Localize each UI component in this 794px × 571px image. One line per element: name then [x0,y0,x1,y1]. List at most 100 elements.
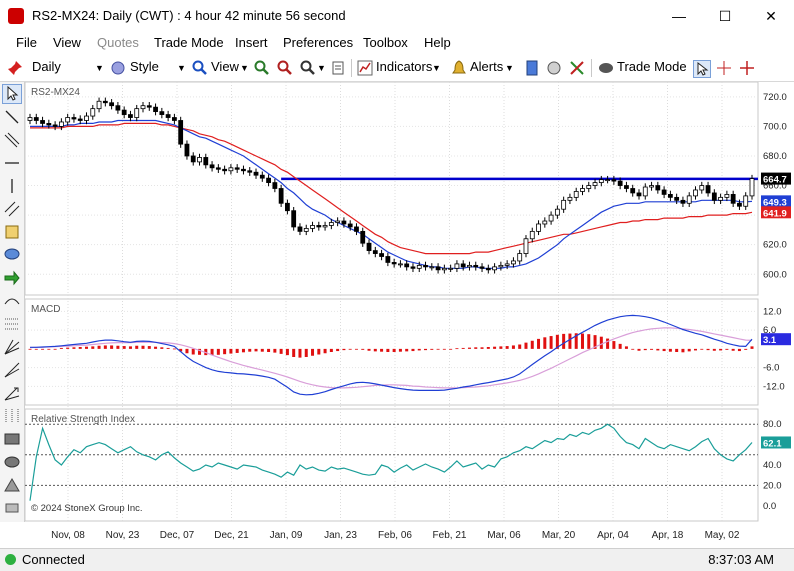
pin-icon[interactable] [7,60,23,76]
interval-dropdown-icon[interactable]: ▼ [95,63,104,73]
alerts-bell-icon[interactable] [451,60,467,76]
close-button[interactable]: ✕ [748,0,794,32]
candle-body [655,185,661,191]
candle-body [749,178,755,197]
macd-histogram-bar [405,348,409,352]
menu-toolbox[interactable]: Toolbox [363,35,408,50]
macd-histogram-bar [260,348,264,352]
macd-histogram-bar [298,348,302,358]
macd-histogram-bar [430,348,434,350]
trade-mode-button[interactable]: Trade Mode [617,59,687,74]
andrews-pitchfork-icon[interactable] [3,384,21,402]
candle-body [341,220,347,225]
menu-help[interactable]: Help [424,35,451,50]
arrow-right-icon[interactable] [3,269,21,287]
cross-tools-icon[interactable] [569,60,585,76]
vertical-line-icon[interactable] [3,177,21,195]
candle-body [441,267,447,271]
x-tick-label: Nov, 23 [106,530,140,541]
pointer-tool-icon[interactable] [693,60,711,78]
menu-trade-mode[interactable]: Trade Mode [154,35,224,50]
edit-tool-icon[interactable] [546,60,562,76]
zoom-in-icon[interactable] [254,60,270,76]
macd-histogram-bar [650,348,654,350]
view-menu-button[interactable]: View [211,59,239,74]
candle-body [178,120,184,145]
macd-pane[interactable] [25,298,759,406]
macd-histogram-bar [461,347,465,349]
macd-histogram-bar [103,345,107,349]
chart-area[interactable]: Nov, 08 Nov, 23 Dec, 07 Dec, 21 Jan, 09 Jan, … [25,82,794,544]
macd-histogram-bar [442,348,446,350]
candle-body [241,168,246,172]
menu-preferences[interactable]: Preferences [283,35,353,50]
channel-icon[interactable] [3,131,21,149]
candle-body [479,266,485,269]
candle-body [297,226,303,232]
candle-body [71,117,77,120]
eraser-icon[interactable] [3,499,21,517]
candle-body [636,192,642,197]
pencil-icon[interactable] [3,223,21,241]
candle-body [247,170,253,173]
text-balloon-icon[interactable] [3,246,21,264]
candle-body [379,253,384,257]
macd-histogram-bar [480,347,484,349]
menu-file[interactable]: File [16,35,37,50]
parallel-lines-icon[interactable] [3,200,21,218]
maximize-button[interactable]: ☐ [702,0,748,32]
macd-histogram-bar [191,348,195,355]
view-magnifier-icon[interactable] [192,60,208,76]
macd-histogram-bar [744,348,748,350]
rectangle-icon[interactable] [3,430,21,448]
crosshair-pointer-icon[interactable] [716,60,732,76]
macd-histogram-bar [455,348,459,350]
interval-select[interactable]: Daily [32,59,61,74]
style-dropdown-icon[interactable]: ▼ [177,63,186,73]
candle-body [511,260,516,265]
menu-quotes[interactable]: Quotes [97,35,139,50]
alerts-dropdown-icon[interactable]: ▼ [505,63,514,73]
arc-icon[interactable] [3,292,21,310]
candle-body [102,100,108,104]
indicators-dropdown-icon[interactable]: ▼ [432,63,441,73]
macd-histogram-bar [311,348,315,356]
candle-body [680,199,686,204]
page-icon[interactable] [330,60,346,76]
triangle-icon[interactable] [3,476,21,494]
zoom-out-icon[interactable] [277,60,293,76]
menu-view[interactable]: View [53,35,81,50]
style-icon[interactable] [110,60,126,76]
gann-fan-icon[interactable] [3,338,21,356]
horizontal-line-icon[interactable] [3,154,21,172]
trendline-icon[interactable] [3,108,21,126]
style-menu-button[interactable]: Style [130,59,159,74]
candle-body [96,100,102,110]
indicators-icon[interactable] [357,60,373,76]
indicators-menu-button[interactable]: Indicators [376,59,432,74]
candle-body [454,263,460,269]
macd-histogram-bar [336,348,340,352]
zoom-menu-icon[interactable] [300,60,316,76]
menu-insert[interactable]: Insert [235,35,268,50]
candle-body [109,102,115,107]
candle-body [567,196,573,201]
zoom-dropdown-icon[interactable]: ▼ [317,63,326,73]
speed-lines-icon[interactable] [3,361,21,379]
candle-body [473,264,479,268]
minimize-button[interactable]: — [656,0,702,32]
macd-histogram-bar [606,338,610,349]
alerts-menu-button[interactable]: Alerts [470,59,503,74]
view-dropdown-icon[interactable]: ▼ [240,63,249,73]
ellipse-icon[interactable] [3,453,21,471]
macd-histogram-bar [59,347,63,349]
select-arrow-icon[interactable] [2,84,22,104]
macd-histogram-bar [147,346,151,349]
macd-histogram-bar [361,348,365,350]
fibonacci-icon[interactable] [3,315,21,333]
candle-body [291,210,297,228]
trade-mode-icon[interactable] [598,60,614,76]
cycle-lines-icon[interactable] [3,407,21,425]
quote-board-icon[interactable] [524,60,540,76]
crosshair-icon[interactable] [739,60,755,76]
